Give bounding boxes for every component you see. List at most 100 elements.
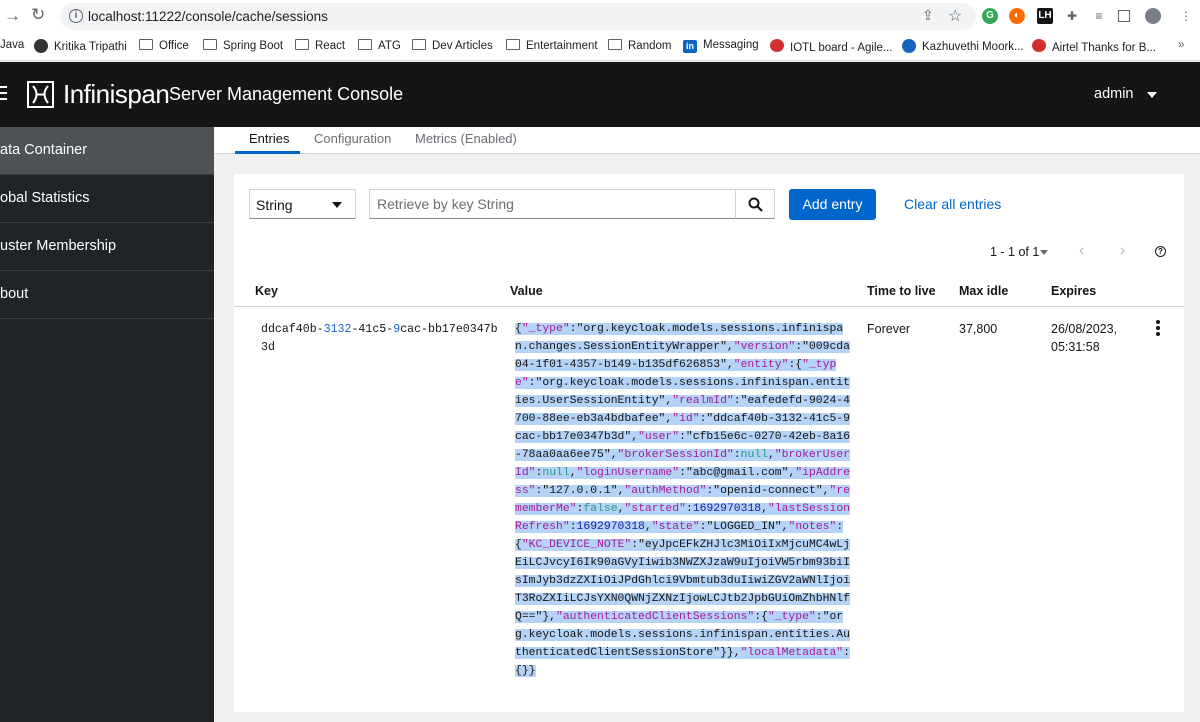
previous-page-icon[interactable]: ‹: [1079, 242, 1084, 260]
bookmark-spring-boot[interactable]: Spring Boot: [203, 39, 283, 52]
bookmark-label: ATG: [378, 40, 401, 52]
grammarly-extension-icon[interactable]: G: [982, 8, 998, 24]
column-header-ttl: Time to live: [867, 284, 936, 298]
user-menu-caret-icon[interactable]: [1147, 92, 1157, 98]
row-actions-kebab-icon[interactable]: [1156, 320, 1160, 338]
column-header-value: Value: [510, 284, 543, 298]
side-panel-icon[interactable]: [1118, 10, 1130, 22]
help-icon[interactable]: ?: [1155, 246, 1166, 257]
address-url[interactable]: localhost:11222/console/cache/sessions: [88, 9, 328, 24]
folder-icon: [412, 39, 426, 50]
entry-value[interactable]: {"_type":"org.keycloak.models.sessions.i…: [515, 320, 852, 680]
tab-metrics[interactable]: Metrics (Enabled): [415, 131, 517, 146]
sidebar-item-about[interactable]: bout: [0, 271, 214, 319]
brand-name: Infinispan: [63, 79, 170, 109]
lh-extension-icon[interactable]: LH: [1037, 8, 1053, 24]
json-token: },: [542, 611, 557, 623]
bookmark-label: Messaging: [703, 39, 759, 51]
bookmarks-overflow-icon[interactable]: »: [1178, 39, 1184, 51]
bookmark-label: Java: [0, 39, 25, 51]
bookmark-label: React: [315, 40, 346, 52]
entry-value-json: {"_type":"org.keycloak.models.sessions.i…: [515, 323, 851, 677]
bookmark-label: Entertainment: [526, 40, 598, 52]
json-token: ,: [761, 503, 768, 515]
sidebar-item-label: obal Statistics: [0, 190, 90, 206]
table-header-divider: [234, 306, 1184, 307]
json-token: null: [740, 449, 768, 461]
forward-arrow-icon[interactable]: →: [4, 6, 21, 26]
json-token: }},: [720, 647, 741, 659]
add-entry-button[interactable]: Add entry: [789, 189, 876, 220]
bookmark-star-icon[interactable]: ☆: [948, 6, 962, 26]
share-icon[interactable]: ⇪: [922, 7, 934, 24]
folder-icon: [203, 39, 217, 50]
chevron-down-icon: [332, 202, 342, 208]
json-token: "127.0.0.1": [542, 485, 618, 497]
json-token: :{: [754, 611, 768, 623]
json-token: null: [542, 467, 570, 479]
user-menu[interactable]: admin: [1094, 86, 1134, 102]
bookmark-label: Airtel Thanks for B...: [1052, 42, 1156, 54]
json-token: 1692970318: [576, 521, 645, 533]
search-icon: [748, 197, 763, 212]
key-search-input[interactable]: [369, 189, 736, 219]
json-token: "brokerSessionId": [617, 449, 734, 461]
bookmark-kritika[interactable]: Kritika Tripathi: [34, 39, 127, 53]
json-token: :: [815, 611, 823, 623]
json-token: "_type": [521, 323, 570, 335]
folder-icon: [506, 39, 520, 50]
key-type-select[interactable]: String: [249, 189, 356, 219]
pagination-range[interactable]: 1 - 1 of 1: [990, 245, 1039, 259]
json-token: "authenticatedClientSessions": [556, 611, 755, 623]
play-icon: [902, 39, 916, 53]
column-header-expires: Expires: [1051, 284, 1097, 298]
bookmark-label: Random: [628, 40, 672, 52]
bookmark-react[interactable]: React: [295, 39, 345, 52]
bookmark-label: Spring Boot: [223, 40, 284, 52]
json-token: :: [569, 521, 577, 533]
sidebar-item-global-statistics[interactable]: obal Statistics: [0, 175, 214, 223]
bookmark-entertainment[interactable]: Entertainment: [506, 39, 598, 52]
search-button[interactable]: [735, 189, 775, 219]
bookmark-airtel[interactable]: Airtel Thanks for B...: [1032, 39, 1156, 54]
bookmark-dev-articles[interactable]: Dev Articles: [412, 39, 493, 52]
tab-configuration[interactable]: Configuration: [314, 131, 391, 146]
reload-icon[interactable]: ↻: [31, 5, 45, 25]
orange-extension-icon[interactable]: ◐: [1009, 8, 1025, 24]
json-token: "id": [672, 413, 700, 425]
folder-icon: [139, 39, 153, 50]
json-token: "state": [651, 521, 700, 533]
folder-icon: [358, 39, 372, 50]
json-token: "authMethod": [624, 485, 707, 497]
more-menu-icon[interactable]: ⋮: [1178, 8, 1194, 24]
sidebar-item-data-container[interactable]: ata Container: [0, 127, 214, 175]
bookmark-kazhuvethi[interactable]: Kazhuvethi Moork...: [902, 39, 1024, 53]
json-token: :: [733, 449, 741, 461]
pagination-caret-icon[interactable]: [1040, 250, 1048, 255]
bookmark-java[interactable]: Java: [0, 39, 24, 51]
entry-key[interactable]: ddcaf40b-3132-41c5-9cac-bb17e0347b3d: [261, 321, 501, 357]
bookmark-office[interactable]: Office: [139, 39, 189, 52]
clear-all-entries-button[interactable]: Clear all entries: [904, 196, 1001, 212]
address-bar[interactable]: i localhost:11222/console/cache/sessions…: [60, 3, 976, 30]
site-info-icon[interactable]: i: [69, 9, 83, 23]
next-page-icon[interactable]: ›: [1120, 242, 1125, 260]
json-token: :: [733, 395, 741, 407]
reading-list-icon[interactable]: ≡: [1091, 8, 1107, 24]
bookmark-random[interactable]: Random: [608, 39, 671, 52]
hamburger-menu-icon[interactable]: [0, 86, 7, 104]
bookmark-iotl-board[interactable]: IOTL board - Agile...: [770, 39, 892, 54]
entries-card: String Add entry Clear all entries 1 - 1…: [234, 174, 1184, 712]
linkedin-icon: in: [683, 40, 697, 53]
profile-avatar[interactable]: [1145, 8, 1161, 24]
active-tab-indicator: [235, 151, 300, 154]
bookmark-messaging[interactable]: in Messaging: [683, 39, 759, 53]
bookmark-label: Office: [159, 40, 189, 52]
airtel-icon: [1032, 39, 1046, 52]
tab-entries[interactable]: Entries: [249, 131, 289, 146]
profile-icon: [34, 39, 48, 53]
bookmark-atg[interactable]: ATG: [358, 39, 401, 52]
extensions-puzzle-icon[interactable]: ✚: [1064, 8, 1080, 24]
sidebar-item-cluster-membership[interactable]: uster Membership: [0, 223, 214, 271]
bookmark-label: Dev Articles: [432, 40, 493, 52]
